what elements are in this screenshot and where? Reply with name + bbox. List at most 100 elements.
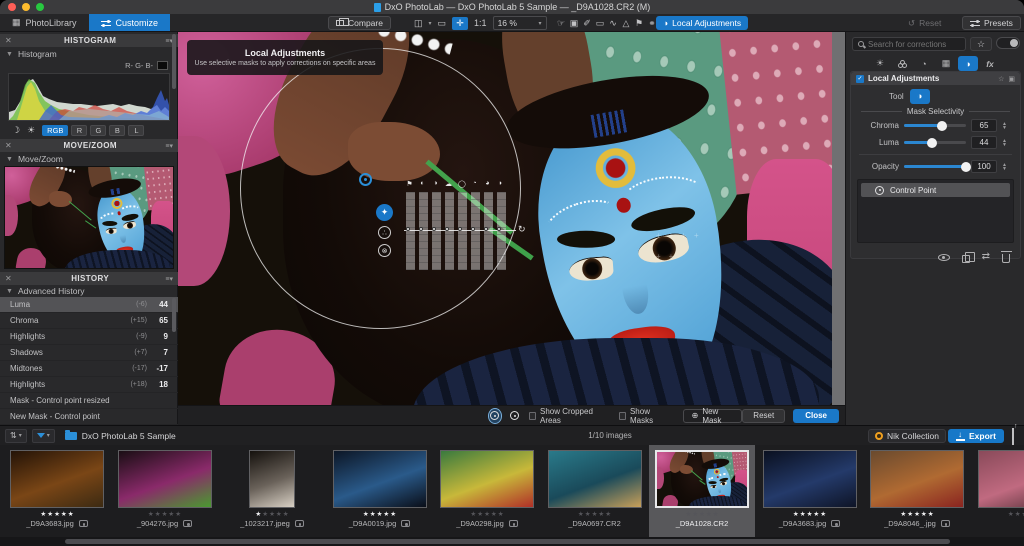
pipette-tool-icon[interactable]: ✐ (582, 18, 592, 29)
close-icon[interactable]: ✕ (5, 36, 15, 45)
chroma-slider[interactable] (904, 124, 966, 127)
local-adjustments-button[interactable]: ◑Local Adjustments (656, 15, 748, 31)
history-item[interactable]: Shadows(+7)7 (0, 345, 178, 361)
color-tab-icon[interactable] (892, 56, 912, 71)
filter-button[interactable]: ▾ (32, 429, 55, 443)
equalizer-slider[interactable] (432, 192, 441, 270)
rating-stars[interactable]: ★★★★★ (219, 511, 325, 518)
light-category-icon[interactable]: ✦ (376, 204, 393, 221)
search-input[interactable] (868, 40, 960, 49)
sort-button[interactable]: ⇅▾ (5, 429, 27, 443)
equalizer-slider[interactable] (406, 192, 415, 270)
zoom-level-select[interactable]: 16 %▾ (493, 16, 547, 30)
horizon-tool-icon[interactable]: ▭ (595, 18, 605, 29)
control-point-mask-row[interactable]: Control Point (861, 183, 1010, 197)
channel-rgb[interactable]: RGB (42, 125, 68, 136)
palette-enabled-checkbox[interactable]: ✓ (856, 75, 864, 83)
vibrance-icon[interactable]: ◯ (458, 180, 465, 188)
equalizer-slider-handle[interactable] (445, 227, 449, 231)
movezoom-section[interactable]: ▼ Move/Zoom (0, 153, 178, 165)
rating-stars[interactable]: ★★★★★ (542, 511, 648, 518)
equalizer-slider-handle[interactable] (419, 227, 423, 231)
filmstrip-thumbnail[interactable]: ★★★★★_D9A0697.CR2 (542, 445, 648, 537)
contrast-icon[interactable]: ◐ (419, 180, 426, 188)
local-adjustment-tool-button[interactable]: ◑ (910, 89, 930, 104)
close-icon[interactable]: ✕ (5, 274, 15, 283)
filmstrip-thumbnail[interactable]: ★★★★★ (972, 445, 1024, 537)
export-button[interactable]: Export (948, 429, 1004, 443)
channel-b[interactable]: B (109, 125, 125, 136)
temperature-icon[interactable]: ◕ (484, 180, 491, 188)
saturation-icon[interactable]: ◔ (471, 180, 478, 188)
opacity-slider[interactable] (904, 165, 966, 168)
perspective-tool-icon[interactable]: △ (621, 18, 631, 29)
filmstrip-thumbnail[interactable]: ★★★★★_D9A0298.jpg (434, 445, 540, 537)
control-point-anchor[interactable] (359, 173, 372, 186)
reshape-tool-icon[interactable]: ∿ (608, 18, 618, 29)
light-tab-icon[interactable]: ☀ (870, 56, 890, 71)
favorite-star-icon[interactable]: ☆ (998, 75, 1004, 83)
duplicate-mask-icon[interactable] (962, 255, 970, 263)
rating-stars[interactable]: ★★★★★ (327, 511, 433, 518)
opacity-value[interactable]: 100 (971, 160, 997, 173)
rating-stars[interactable]: ★★★★★ (864, 511, 970, 518)
detail-category-icon[interactable]: ⊗ (378, 244, 391, 257)
rotate-handle-icon[interactable]: ↻ (518, 224, 526, 235)
minimize-window-button[interactable] (22, 3, 30, 11)
local-adjustments-tab-icon[interactable]: ◑ (958, 56, 978, 71)
scrollbar-thumb[interactable] (65, 539, 950, 544)
luma-stepper[interactable]: ▲▼ (1002, 139, 1007, 147)
palette-header[interactable]: ✓ Local Adjustments ☆ ▣ (851, 72, 1020, 85)
equalizer-slider[interactable] (419, 192, 428, 270)
equalizer-slider-handle[interactable] (471, 227, 475, 231)
panel-menu-icon[interactable]: ≡▾ (165, 275, 173, 283)
histogram-section[interactable]: ▼ Histogram (0, 48, 178, 60)
channel-l[interactable]: L (128, 125, 144, 136)
equalizer-slider-handle[interactable] (406, 227, 410, 231)
history-item[interactable]: Midtones(-17)-17 (0, 361, 178, 377)
control-point-toggle-button[interactable] (489, 409, 501, 423)
hand-tool-icon[interactable]: ☞ (556, 18, 566, 29)
mask-close-button[interactable]: Close (793, 409, 839, 423)
history-item[interactable]: Mask - Control point resized (0, 393, 178, 409)
rating-stars[interactable]: ★★★★★ (972, 511, 1024, 518)
equalizer-slider[interactable] (471, 192, 480, 270)
exposure-icon[interactable]: ⚑ (406, 180, 413, 188)
rating-stars[interactable]: ★★★★★ (649, 511, 755, 518)
toolbar-reset-button[interactable]: ↺Reset (908, 15, 941, 31)
split-view-icon[interactable]: ◫ (414, 18, 423, 29)
microcontrast-icon[interactable]: ◑ (432, 180, 439, 188)
shadow-clipping-icon[interactable]: ☽ (12, 125, 20, 136)
favorites-filter-button[interactable]: ☆ (970, 37, 992, 51)
color-category-icon[interactable]: ∴ (378, 226, 391, 239)
smoke-icon[interactable]: ☁ (445, 180, 452, 188)
show-cropped-areas-checkbox[interactable]: Show Cropped Areas (529, 407, 605, 425)
equalizer-slider[interactable] (497, 192, 506, 270)
nik-collection-button[interactable]: Nik Collection (868, 429, 946, 443)
luma-slider[interactable] (904, 141, 966, 144)
equalizer-slider-handle[interactable] (484, 227, 488, 231)
rating-stars[interactable]: ★★★★★ (434, 511, 540, 518)
zoom-one-to-one[interactable]: 1:1 (474, 18, 487, 28)
history-item[interactable]: Highlights(+18)18 (0, 377, 178, 393)
close-window-button[interactable] (8, 3, 16, 11)
panel-menu-icon[interactable]: ≡▾ (165, 142, 173, 150)
new-mask-button[interactable]: ⊕New Mask (683, 409, 743, 423)
corrections-toggle[interactable] (996, 37, 1020, 49)
equalizer-slider[interactable] (445, 192, 454, 270)
history-item[interactable]: New Mask - Control point (0, 409, 178, 425)
filmstrip-thumbnail[interactable]: ★★★★★_D9A1028.CR2 (649, 445, 755, 537)
history-item[interactable]: Highlights(-9)9 (0, 329, 178, 345)
equalizer-slider-handle[interactable] (458, 227, 462, 231)
pin-icon[interactable]: ▣ (1008, 75, 1015, 83)
equalizer-slider[interactable] (458, 192, 467, 270)
image-canvas[interactable]: ⚑◐◑☁◯◔◕◗ ↻ ✦ ∴ ⊗ Local Adjustments Use s… (178, 32, 845, 425)
opacity-stepper[interactable]: ▲▼ (1002, 163, 1007, 171)
search-corrections-field[interactable] (852, 37, 966, 51)
fit-screen-icon[interactable]: ▭ (438, 18, 447, 29)
filmstrip-thumbnail[interactable]: ★★★★★_D9A3683.jpg (757, 445, 863, 537)
mask-visibility-icon[interactable] (938, 254, 950, 261)
detail-tab-icon[interactable]: ◔ (914, 56, 934, 71)
history-item[interactable]: Luma(-6)44 (0, 297, 178, 313)
local-adjustment-equalizer[interactable]: ⚑◐◑☁◯◔◕◗ ↻ ✦ ∴ ⊗ (376, 180, 536, 284)
